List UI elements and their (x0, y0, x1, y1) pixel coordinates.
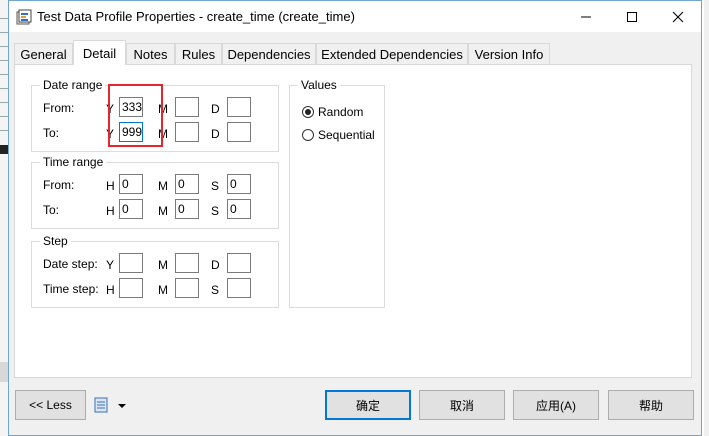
minimize-icon (581, 16, 591, 17)
window-title: Test Data Profile Properties - create_ti… (37, 9, 355, 24)
tab-extended-dependencies[interactable]: Extended Dependencies (316, 43, 468, 64)
time-to-second-input[interactable]: 0 (227, 199, 251, 219)
date-step-d-label: D (211, 258, 220, 272)
maximize-icon (627, 11, 637, 22)
properties-dialog: Test Data Profile Properties - create_ti… (8, 0, 702, 436)
step-title: Step (40, 234, 71, 248)
date-step-year-input[interactable] (119, 253, 143, 273)
random-radio[interactable] (302, 106, 314, 118)
minimize-button[interactable] (563, 1, 609, 32)
time-step-second-input[interactable] (227, 278, 251, 298)
tab-version-info[interactable]: Version Info (468, 43, 550, 64)
close-button[interactable] (655, 1, 701, 32)
date-step-day-input[interactable] (227, 253, 251, 273)
maximize-button[interactable] (609, 1, 655, 32)
random-label[interactable]: Random (318, 105, 363, 119)
time-range-title: Time range (40, 155, 107, 169)
step-group: Step Date step: Y M D Time step: H M S (31, 234, 279, 308)
date-to-month-input[interactable] (175, 122, 199, 142)
time-step-h-label: H (106, 283, 115, 297)
options-dropdown-button[interactable] (94, 396, 130, 414)
app-icon (16, 9, 32, 25)
sequential-radio[interactable] (302, 129, 314, 141)
date-step-y-label: Y (106, 258, 115, 272)
time-to-s-label: S (211, 204, 220, 218)
date-step-m-label: M (158, 258, 168, 272)
values-group: Values Random Sequential (289, 78, 385, 308)
date-from-d-label: D (211, 102, 220, 116)
date-range-title: Date range (40, 78, 106, 92)
date-to-day-input[interactable] (227, 122, 251, 142)
time-from-s-label: S (211, 179, 220, 193)
time-step-s-label: S (211, 283, 220, 297)
time-to-h-label: H (106, 204, 115, 218)
background-app-edge (704, 0, 709, 436)
time-to-hour-input[interactable]: 0 (119, 199, 143, 219)
ok-button[interactable]: 确定 (325, 390, 411, 420)
tab-dependencies[interactable]: Dependencies (222, 43, 316, 64)
date-to-label: To: (43, 126, 60, 140)
time-from-second-input[interactable]: 0 (227, 174, 251, 194)
time-step-hour-input[interactable] (119, 278, 143, 298)
values-title: Values (298, 78, 340, 92)
sequential-label[interactable]: Sequential (318, 128, 375, 142)
title-bar: Test Data Profile Properties - create_ti… (9, 1, 701, 32)
cancel-button[interactable]: 取消 (419, 390, 505, 420)
time-to-label: To: (43, 203, 60, 217)
time-from-minute-input[interactable]: 0 (175, 174, 199, 194)
date-step-label: Date step: (43, 257, 98, 271)
close-icon (672, 11, 684, 22)
list-options-icon (94, 397, 126, 413)
tab-rules[interactable]: Rules (175, 43, 222, 64)
apply-button[interactable]: 应用(A) (513, 390, 599, 420)
date-from-month-input[interactable] (175, 97, 199, 117)
date-step-month-input[interactable] (175, 253, 199, 273)
help-button[interactable]: 帮助 (608, 390, 694, 420)
time-step-label: Time step: (43, 282, 99, 296)
date-from-label: From: (43, 101, 75, 115)
tab-detail[interactable]: Detail (73, 40, 126, 65)
tab-general[interactable]: General (14, 43, 73, 64)
radio-selected-dot (305, 109, 311, 115)
detail-panel: Date range From: Y 333 M D To: Y 999 M D… (14, 64, 692, 378)
time-from-h-label: H (106, 179, 115, 193)
time-to-minute-input[interactable]: 0 (175, 199, 199, 219)
time-from-m-label: M (158, 179, 168, 193)
time-from-hour-input[interactable]: 0 (119, 174, 143, 194)
tab-notes[interactable]: Notes (126, 43, 175, 64)
time-step-m-label: M (158, 283, 168, 297)
date-to-d-label: D (211, 127, 220, 141)
time-from-label: From: (43, 178, 75, 192)
time-step-minute-input[interactable] (175, 278, 199, 298)
less-button[interactable]: << Less (15, 390, 86, 420)
time-to-m-label: M (158, 204, 168, 218)
time-range-group: Time range From: H 0 M 0 S 0 To: H 0 M 0… (31, 155, 279, 229)
date-from-day-input[interactable] (227, 97, 251, 117)
highlight-annotation-box (108, 84, 163, 147)
